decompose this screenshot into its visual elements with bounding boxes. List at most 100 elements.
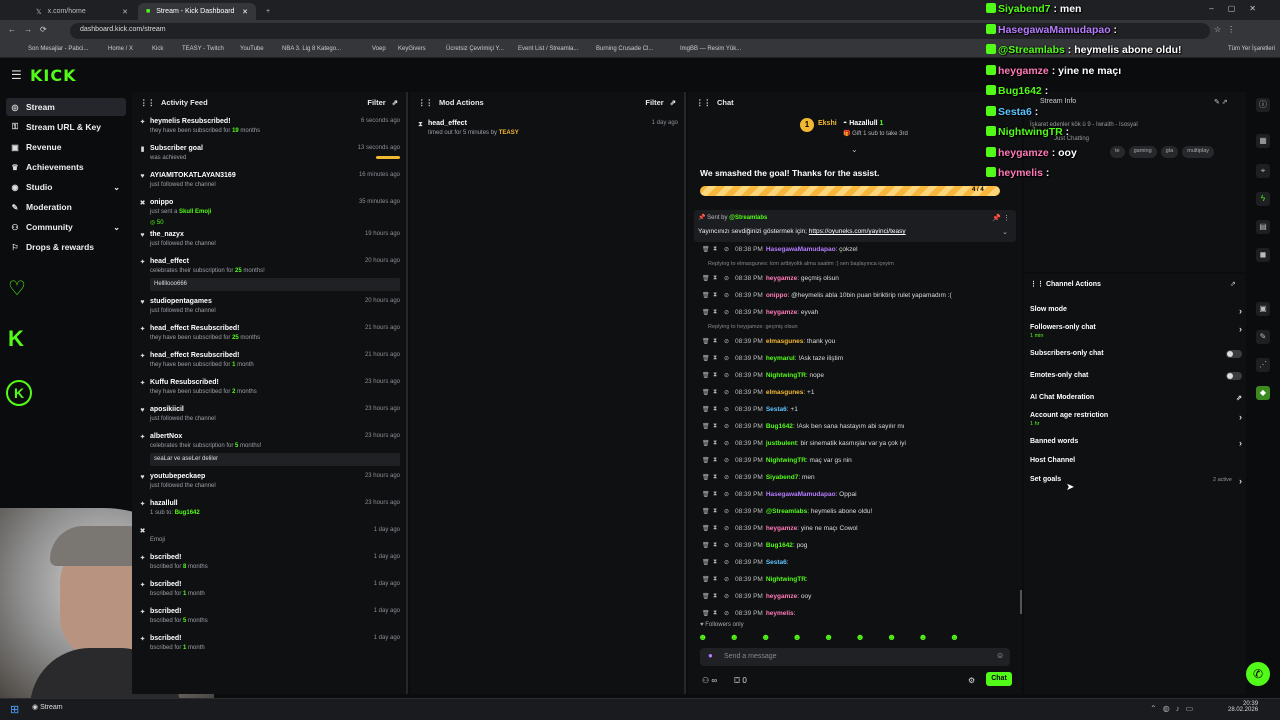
hourglass-icon[interactable]: ⧗ xyxy=(713,246,717,253)
channel-action-emotes-only-chat[interactable]: Emotes-only chat xyxy=(1030,372,1242,388)
chat-username[interactable]: NightwingTR xyxy=(766,576,806,583)
wrench-icon[interactable]: ✎ xyxy=(1256,330,1270,344)
ban-icon[interactable]: ⊘ xyxy=(724,423,729,430)
chat-username[interactable]: Siyabend7 xyxy=(766,474,799,481)
popout-icon[interactable]: ⇗ xyxy=(670,98,676,107)
pinned-link[interactable]: https://oyuneks.com/yayinci/teasy xyxy=(809,228,906,235)
delete-icon[interactable]: 🗑 xyxy=(702,457,710,464)
info-icon[interactable]: ⓘ xyxy=(1256,98,1270,112)
delete-icon[interactable]: 🗑 xyxy=(702,355,710,362)
chat-username[interactable]: onippo xyxy=(766,292,788,299)
bookmark-item[interactable]: NBA 3. Lig 8 Katego... xyxy=(282,46,341,52)
bookmark-item[interactable]: Voep xyxy=(372,46,386,52)
close-icon[interactable]: ✕ xyxy=(242,8,248,16)
hourglass-icon[interactable]: ⧗ xyxy=(713,559,717,566)
mic-icon[interactable]: ● xyxy=(708,651,713,660)
chat-message[interactable]: 🗑 ⧗ ⊘ 08:39 PM Sesta6: +1 xyxy=(702,406,798,413)
bookmark-item[interactable]: YouTube xyxy=(240,46,264,52)
sidebar-item-stream-url-key[interactable]: ⚿ Stream URL & Key xyxy=(6,118,126,136)
activity-user[interactable]: bscribed! xyxy=(150,554,182,561)
delete-icon[interactable]: 🗑 xyxy=(702,338,710,345)
chat-username[interactable]: justbulent xyxy=(766,440,797,447)
menu-icon[interactable]: ☰ xyxy=(11,68,22,82)
hourglass-icon[interactable]: ⧗ xyxy=(713,355,717,362)
delete-icon[interactable]: 🗑 xyxy=(702,610,710,617)
popout-icon[interactable]: ⇗ xyxy=(392,98,398,107)
clock[interactable]: 20:39 28.02.2026 xyxy=(1228,701,1258,713)
chat-send-button[interactable]: Chat xyxy=(986,672,1012,686)
ban-icon[interactable]: ⊘ xyxy=(724,576,729,583)
hourglass-icon[interactable]: ⧗ xyxy=(713,309,717,316)
stream-tag[interactable]: gaming xyxy=(1128,146,1157,158)
ban-icon[interactable]: ⊘ xyxy=(724,372,729,379)
ban-icon[interactable]: ⊘ xyxy=(724,610,729,617)
emote-bar[interactable]: ☻☻☻☻☻☻☻☻☻ xyxy=(698,632,1008,646)
bookmark-item[interactable]: Event List / Streamla... xyxy=(518,46,578,52)
popout-icon[interactable]: ⇗ xyxy=(1230,280,1236,288)
delete-icon[interactable]: 🗑 xyxy=(702,440,710,447)
edit-icon[interactable]: ✎ ⇗ xyxy=(1214,98,1228,106)
chat-username[interactable]: NightwingTR xyxy=(766,372,806,379)
activity-user[interactable]: bscribed! xyxy=(150,608,182,615)
sidebar-item-studio[interactable]: ◉ Studio ⌄ xyxy=(6,178,126,196)
chat-message[interactable]: 🗑 ⧗ ⊘ 08:39 PM onippo: @heymelis abla 10bin … xyxy=(702,292,952,299)
toggle-switch[interactable] xyxy=(1226,350,1242,358)
chevron-down-icon[interactable]: ⌄ xyxy=(851,145,858,154)
chat-message[interactable]: 🗑 ⧗ ⊘ 08:39 PM Siyabend7: men xyxy=(702,474,815,481)
chat-message[interactable]: 🗑 ⧗ ⊘ 08:38 PM heygamze: geçmiş olsun xyxy=(702,275,839,282)
activity-user[interactable]: head_effect xyxy=(150,258,189,265)
chat-username[interactable]: elmasgunes xyxy=(766,389,804,396)
chat-message[interactable]: 🗑 ⧗ ⊘ 08:38 PM HasegawaMamudapao: çokzel xyxy=(702,246,858,253)
window-controls[interactable]: –▢✕ xyxy=(1209,4,1270,13)
ban-icon[interactable]: ⊘ xyxy=(724,309,729,316)
ban-icon[interactable]: ⊘ xyxy=(724,508,729,515)
chat-username[interactable]: heygamze xyxy=(766,525,797,532)
mod-filter-button[interactable]: Filter xyxy=(645,98,663,107)
chat-message[interactable]: 🗑 ⧗ ⊘ 08:39 PM HasegawaMamudapao: Oppai xyxy=(702,491,857,498)
ban-icon[interactable]: ⊘ xyxy=(724,474,729,481)
document-icon[interactable]: ▤ xyxy=(1256,220,1270,234)
delete-icon[interactable]: 🗑 xyxy=(702,406,710,413)
delete-icon[interactable]: 🗑 xyxy=(702,474,710,481)
hourglass-icon[interactable]: ⧗ xyxy=(713,457,717,464)
chat-username[interactable]: elmasgunes xyxy=(766,338,804,345)
hourglass-icon[interactable]: ⧗ xyxy=(713,474,717,481)
chat-input[interactable]: Send a message xyxy=(700,648,1010,666)
channel-action-followers-only-chat[interactable]: Followers-only chat 1 min › xyxy=(1030,324,1242,340)
hourglass-icon[interactable]: ⧗ xyxy=(713,440,717,447)
kick-logo[interactable]: KICK xyxy=(30,66,77,85)
chat-message[interactable]: 🗑 ⧗ ⊘ 08:39 PM Bug1642: pog xyxy=(702,542,807,549)
new-tab-button[interactable]: + xyxy=(258,3,274,20)
chat-bubble-icon[interactable]: ◼ xyxy=(1256,248,1270,262)
close-icon[interactable]: ✕ xyxy=(122,8,128,16)
activity-user[interactable]: youtubepeckaep xyxy=(150,473,205,480)
activity-user[interactable]: heymelis Resubscribed! xyxy=(150,118,231,125)
chat-message[interactable]: 🗑 ⧗ ⊘ 08:39 PM NightwingTR: xyxy=(702,576,808,583)
channel-action-banned-words[interactable]: Banned words › xyxy=(1030,438,1242,454)
toggle-switch[interactable] xyxy=(1226,372,1242,380)
target-icon[interactable]: ⌖ xyxy=(1256,164,1270,178)
chat-message[interactable]: 🗑 ⧗ ⊘ 08:39 PM NightwingTR: nope xyxy=(702,372,824,379)
activity-filter-button[interactable]: Filter xyxy=(367,98,385,107)
chat-message[interactable]: 🗑 ⧗ ⊘ 08:39 PM heygamze: ooy xyxy=(702,593,811,600)
sidebar-item-achievements[interactable]: ♛ Achievements xyxy=(6,158,126,176)
chat-message[interactable]: 🗑 ⧗ ⊘ 08:39 PM @Streamlabs: heymelis abone o… xyxy=(702,508,872,515)
chat-username[interactable]: heygamze xyxy=(766,309,797,316)
delete-icon[interactable]: 🗑 xyxy=(702,292,710,299)
activity-user[interactable]: aposikiicil xyxy=(150,406,184,413)
hourglass-icon[interactable]: ⧗ xyxy=(713,292,717,299)
ban-icon[interactable]: ⊘ xyxy=(724,525,729,532)
delete-icon[interactable]: 🗑 xyxy=(702,246,710,253)
activity-user[interactable]: albertNox xyxy=(150,433,182,440)
chat-message[interactable]: 🗑 ⧗ ⊘ 08:39 PM justbulent: bir sinematik kas… xyxy=(702,440,906,447)
sidebar-item-drops-rewards[interactable]: ⚐ Drops & rewards xyxy=(6,238,126,256)
pinned-author[interactable]: @Streamlabs xyxy=(729,215,767,221)
activity-user[interactable]: the_nazyx xyxy=(150,231,184,238)
chat-username[interactable]: heygamze xyxy=(766,593,797,600)
menu-dots-icon[interactable]: ⋮⋮ xyxy=(696,98,711,107)
bookmark-item[interactable]: Tüm Yer İşaretleri xyxy=(1228,46,1275,52)
layout-icon[interactable]: ▦ xyxy=(1256,134,1270,148)
hourglass-icon[interactable]: ⧗ xyxy=(713,576,717,583)
ban-icon[interactable]: ⊘ xyxy=(724,593,729,600)
channel-action-set-goals[interactable]: Set goals › 2 active xyxy=(1030,476,1242,492)
